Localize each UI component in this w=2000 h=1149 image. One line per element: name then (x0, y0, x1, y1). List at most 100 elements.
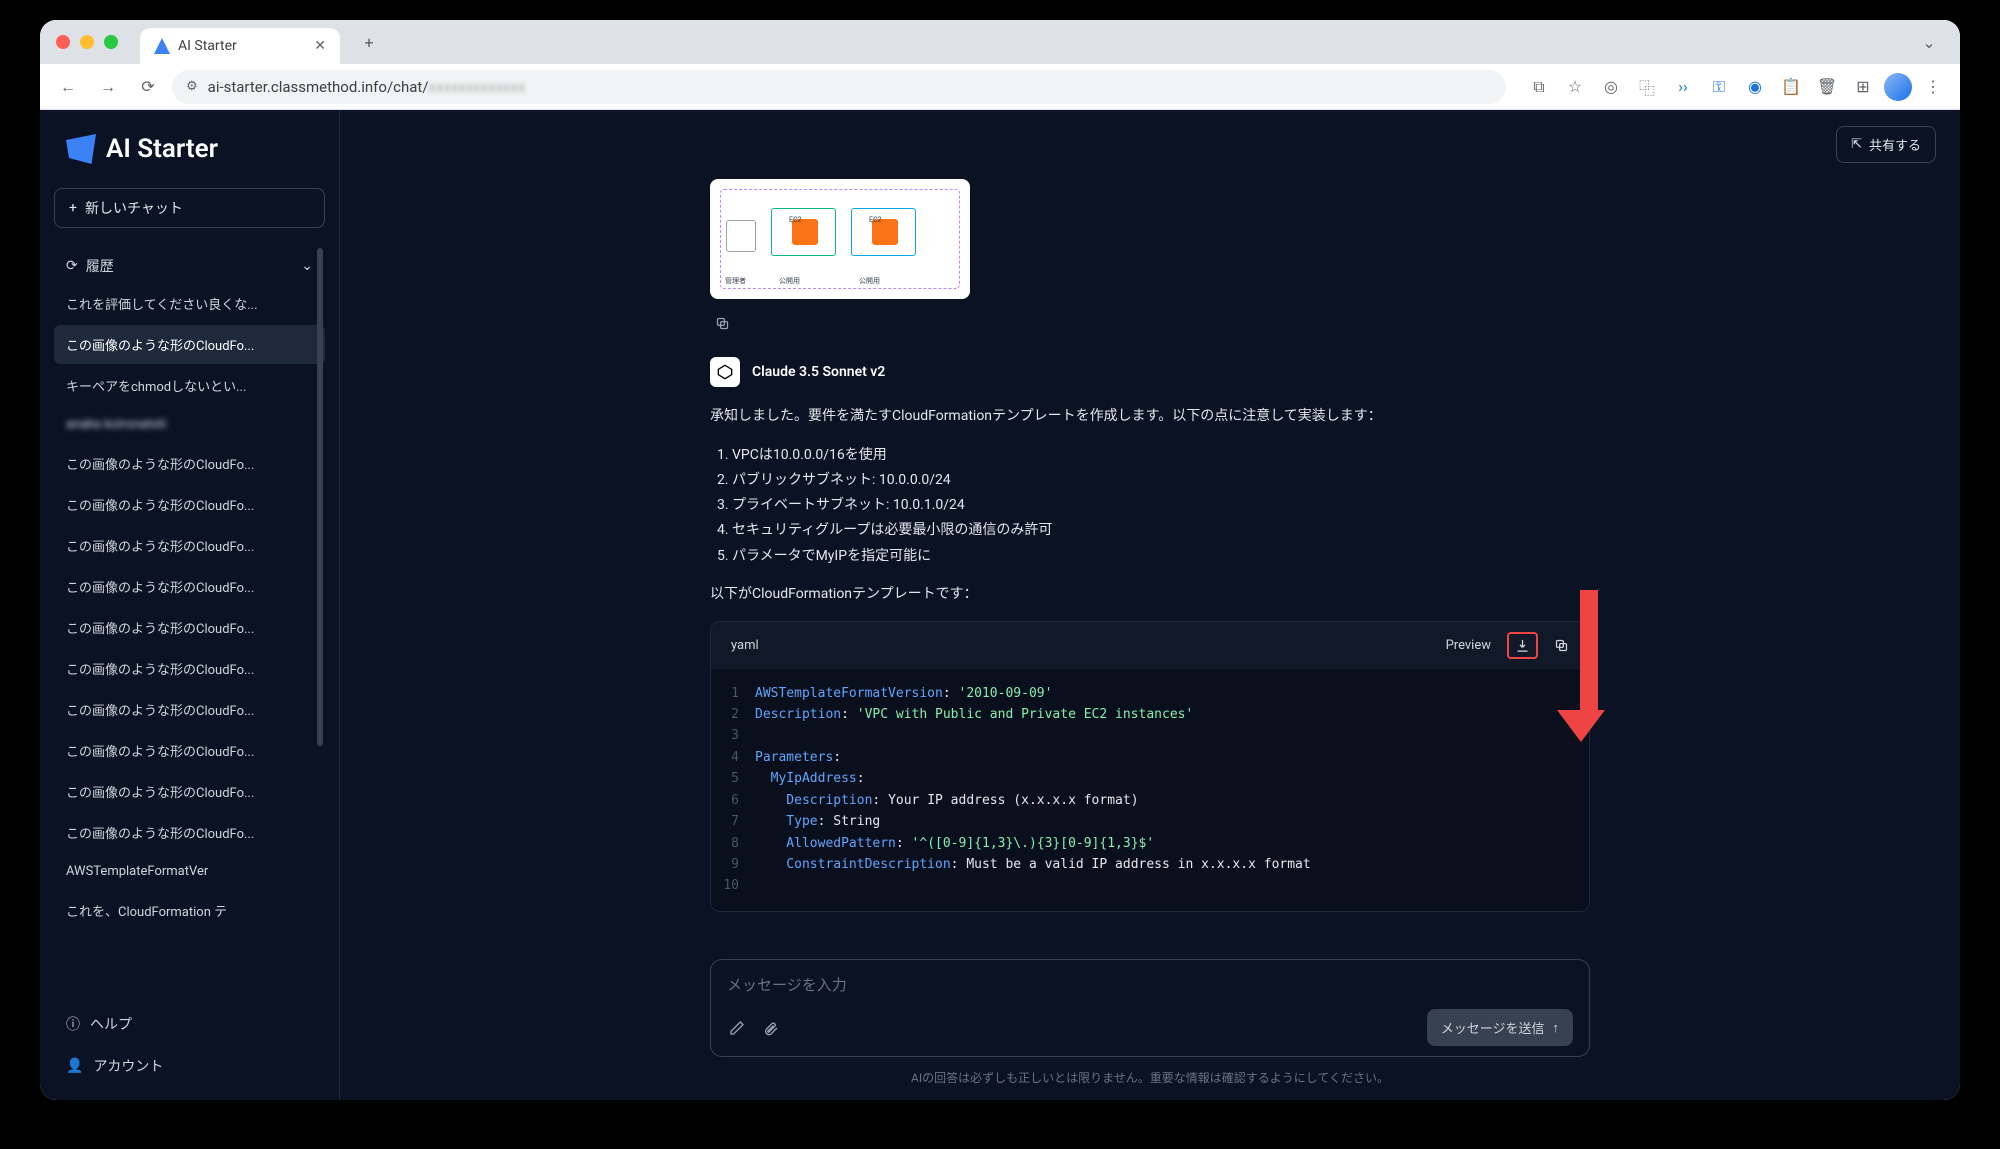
response-outro: 以下がCloudFormationテンプレートです： (710, 583, 1590, 607)
history-item[interactable]: これを、CloudFormation テ (54, 891, 325, 930)
history-item[interactable]: この画像のような形のCloudFo... (54, 567, 325, 606)
chevron-down-icon: ⌄ (301, 258, 313, 274)
window-minimize-button[interactable] (80, 35, 94, 49)
code-line: 2Description: 'VPC with Public and Priva… (711, 704, 1589, 725)
window-close-button[interactable] (56, 35, 70, 49)
code-block: yaml Preview 1AWSTempla (710, 621, 1590, 912)
history-item[interactable]: この画像のような形のCloudFo... (54, 608, 325, 647)
history-item[interactable]: AWSTemplateFormatVer (54, 854, 325, 889)
code-body[interactable]: 1AWSTemplateFormatVersion: '2010-09-09'2… (711, 669, 1589, 911)
browser-tab[interactable]: AI Starter ✕ (140, 28, 340, 64)
open-external-icon[interactable]: ⧉ (1524, 72, 1554, 102)
list-item: プライベートサブネット: 10.0.1.0/24 (732, 493, 1590, 518)
history-item[interactable]: キーペアをchmodしないとい... (54, 366, 325, 405)
url-text: ai-starter.classmethod.info/chat/xxxxxxx… (208, 78, 526, 96)
model-name: Claude 3.5 Sonnet v2 (752, 364, 885, 380)
bookmark-star-icon[interactable]: ☆ (1560, 72, 1590, 102)
logo-icon (66, 134, 96, 164)
code-line: 5 MyIpAddress: (711, 768, 1589, 789)
history-item[interactable]: この画像のような形のCloudFo... (54, 690, 325, 729)
back-button[interactable]: ← (52, 71, 84, 103)
list-item: パラメータでMyIPを指定可能に (732, 544, 1590, 569)
history-item[interactable]: この画像のような形のCloudFo... (54, 813, 325, 852)
preview-button[interactable]: Preview (1446, 638, 1491, 653)
traffic-lights (56, 35, 118, 49)
response-list: VPCは10.0.0.0/16を使用パブリックサブネット: 10.0.0.0/2… (732, 443, 1590, 569)
list-item: セキュリティグループは必要最小限の通信のみ許可 (732, 518, 1590, 543)
model-icon (710, 357, 740, 387)
copy-code-button[interactable] (1554, 638, 1569, 653)
sidebar-footer: ⓘ ヘルプ 👤 アカウント (54, 992, 325, 1086)
tabs-dropdown-button[interactable]: ⌄ (1914, 27, 1944, 57)
sidebar: AI Starter + 新しいチャット ⟳ 履歴 ⌄ これを評価してください良… (40, 110, 340, 1100)
extension-cast-icon[interactable]: ›› (1668, 72, 1698, 102)
history-item[interactable]: この画像のような形のCloudFo... (54, 325, 325, 364)
code-line: 9 ConstraintDescription: Must be a valid… (711, 854, 1589, 875)
tab-close-icon[interactable]: ✕ (314, 38, 326, 54)
browser-menu-icon[interactable]: ⋮ (1918, 72, 1948, 102)
attach-icon[interactable] (761, 1018, 781, 1038)
tab-title: AI Starter (178, 38, 237, 54)
titlebar: AI Starter ✕ + ⌄ (40, 20, 1960, 64)
account-link[interactable]: 👤 アカウント (54, 1046, 325, 1086)
code-line: 7 Type: String (711, 811, 1589, 832)
app-logo[interactable]: AI Starter (54, 134, 325, 188)
extension-trash-icon[interactable]: 🗑 (1812, 72, 1842, 102)
reload-button[interactable]: ⟳ (132, 71, 164, 103)
forward-button[interactable]: → (92, 71, 124, 103)
history-item[interactable]: この画像のような形のCloudFo... (54, 649, 325, 688)
browser-window: AI Starter ✕ + ⌄ ← → ⟳ ⚙ ai-starter.clas… (40, 20, 1960, 1100)
history-item[interactable]: anaka koironatoti (54, 407, 325, 442)
disclaimer-text: AIの回答は必ずしも正しいとは限りません。重要な情報は確認するようにしてください… (340, 1065, 1960, 1100)
extensions-puzzle-icon[interactable]: ⊞ (1848, 72, 1878, 102)
site-info-icon[interactable]: ⚙ (186, 79, 198, 94)
new-tab-button[interactable]: + (354, 27, 384, 57)
history-item[interactable]: これを評価してください良くな... (54, 284, 325, 323)
list-item: パブリックサブネット: 10.0.0.0/24 (732, 468, 1590, 493)
profile-avatar[interactable] (1884, 73, 1912, 101)
history-item[interactable]: この画像のような形のCloudFo... (54, 731, 325, 770)
history-item[interactable]: この画像のような形のCloudFo... (54, 444, 325, 483)
address-bar[interactable]: ⚙ ai-starter.classmethod.info/chat/xxxxx… (172, 70, 1506, 104)
app-content: AI Starter + 新しいチャット ⟳ 履歴 ⌄ これを評価してください良… (40, 110, 1960, 1100)
tab-favicon-icon (154, 38, 170, 54)
code-line: 4Parameters: (711, 747, 1589, 768)
model-row: Claude 3.5 Sonnet v2 (710, 357, 1590, 387)
message-input-area[interactable]: メッセージを入力 メッセージを送信 ↑ (710, 959, 1590, 1057)
new-chat-label: 新しいチャット (85, 198, 183, 218)
toolbar-actions: ⧉ ☆ ◎ ⿻ ›› ⚿ ◉ 📋 🗑 ⊞ ⋮ (1524, 72, 1948, 102)
history-item[interactable]: この画像のような形のCloudFo... (54, 485, 325, 524)
send-arrow-icon: ↑ (1553, 1020, 1560, 1036)
uploaded-diagram-image[interactable]: 管理者 公開用 公開用 EC2 EC2 (710, 179, 970, 299)
send-button[interactable]: メッセージを送信 ↑ (1427, 1009, 1573, 1046)
code-line: 1AWSTemplateFormatVersion: '2010-09-09' (711, 683, 1589, 704)
edit-icon[interactable] (727, 1018, 747, 1038)
history-item[interactable]: この画像のような形のCloudFo... (54, 772, 325, 811)
code-line: 8 AllowedPattern: '^([0-9]{1,3}\.){3}[0-… (711, 833, 1589, 854)
download-button[interactable] (1507, 632, 1538, 659)
help-label: ヘルプ (90, 1014, 132, 1034)
chat-scroll[interactable]: 管理者 公開用 公開用 EC2 EC2 (340, 179, 1960, 945)
history-clock-icon: ⟳ (66, 258, 78, 274)
copy-prompt-button[interactable] (710, 311, 734, 335)
plus-icon: + (69, 200, 77, 216)
help-icon: ⓘ (66, 1014, 80, 1034)
share-label: 共有する (1869, 135, 1921, 154)
share-button[interactable]: ⇱ 共有する (1836, 126, 1936, 163)
new-chat-button[interactable]: + 新しいチャット (54, 188, 325, 228)
list-item: VPCは10.0.0.0/16を使用 (732, 443, 1590, 468)
extension-key-icon[interactable]: ⚿ (1704, 72, 1734, 102)
window-maximize-button[interactable] (104, 35, 118, 49)
message-input[interactable]: メッセージを入力 (727, 974, 1573, 995)
share-icon: ⇱ (1851, 137, 1862, 152)
extension-eye-icon[interactable]: ◉ (1740, 72, 1770, 102)
extension-icon[interactable]: ◎ (1596, 72, 1626, 102)
response-intro: 承知しました。要件を満たすCloudFormationテンプレートを作成します。… (710, 405, 1590, 429)
extension-copy-icon[interactable]: ⿻ (1632, 72, 1662, 102)
history-item[interactable]: この画像のような形のCloudFo... (54, 526, 325, 565)
history-list[interactable]: これを評価してください良くな...この画像のような形のCloudFo...キーペ… (54, 284, 325, 992)
extension-clip-icon[interactable]: 📋 (1776, 72, 1806, 102)
history-header[interactable]: ⟳ 履歴 ⌄ (54, 248, 325, 284)
help-link[interactable]: ⓘ ヘルプ (54, 1004, 325, 1044)
scrollbar[interactable] (317, 248, 323, 746)
